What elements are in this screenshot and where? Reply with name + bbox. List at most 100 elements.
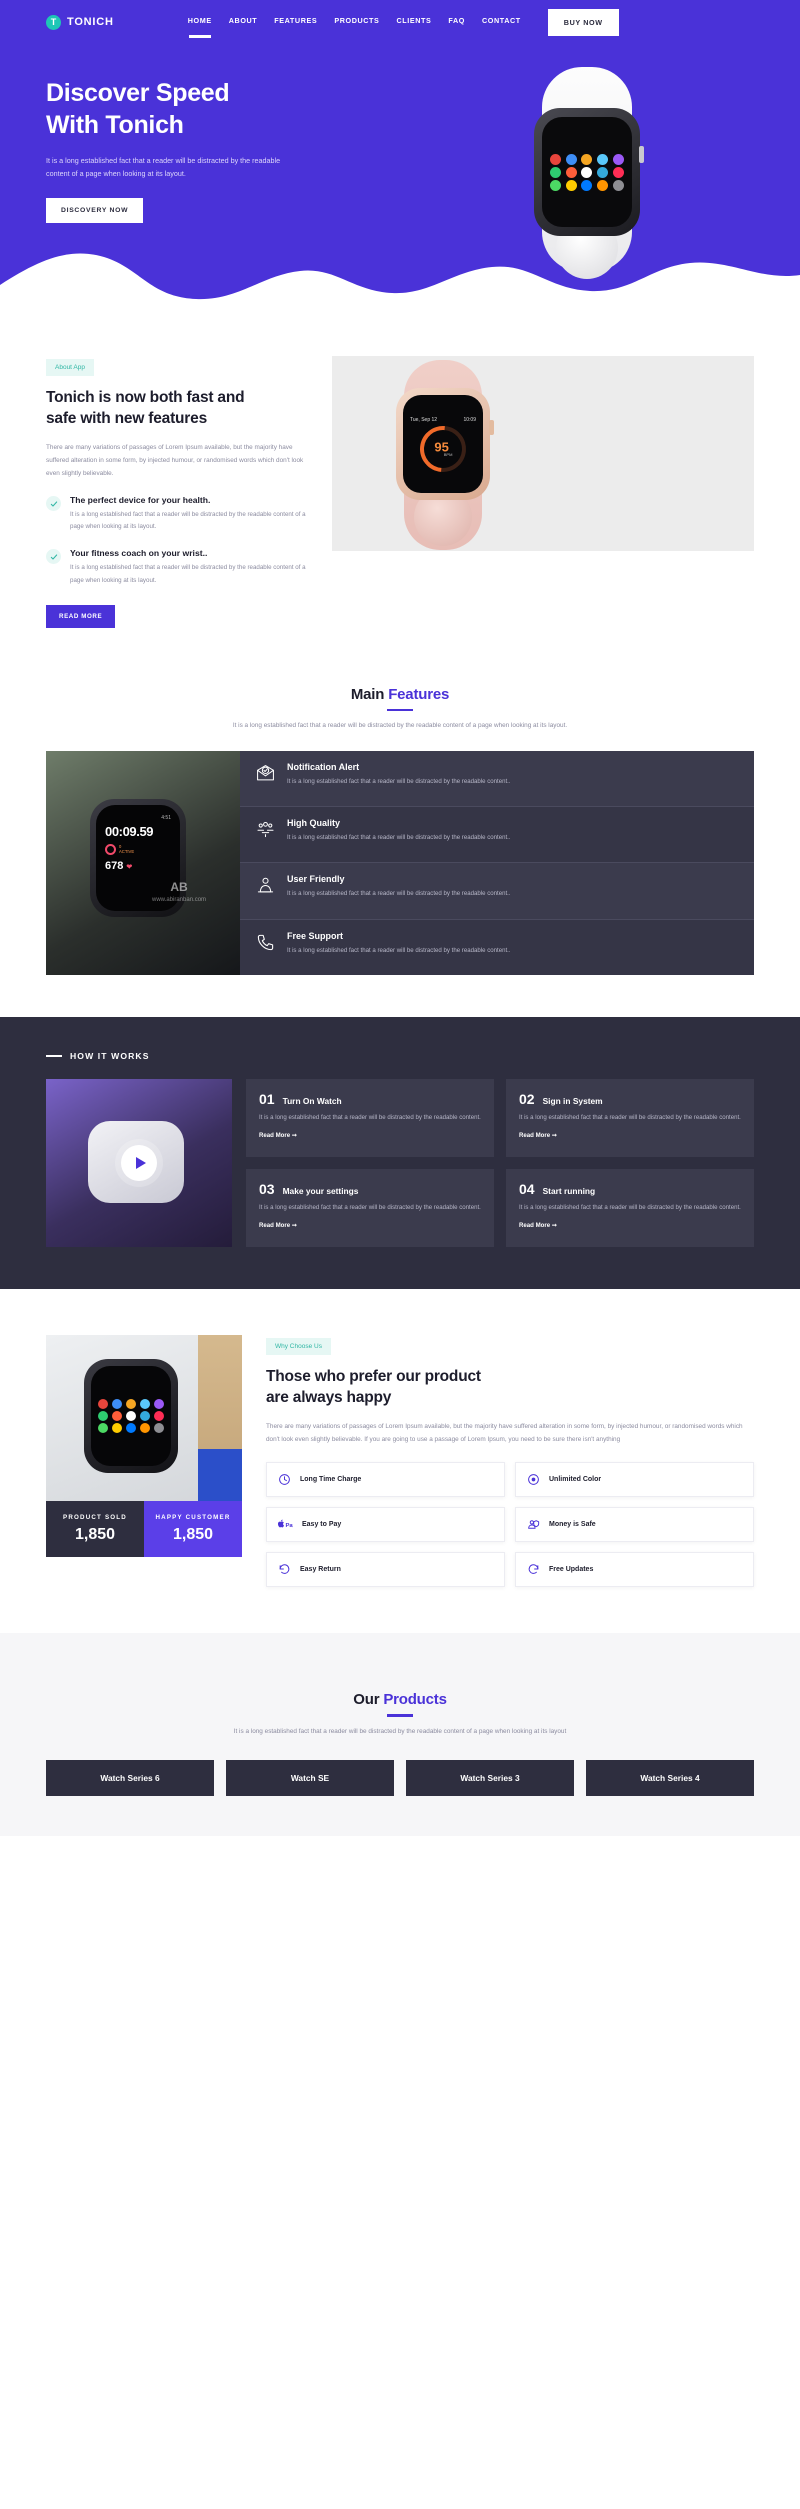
- step-read-more-label: Read More: [259, 1221, 291, 1229]
- products-title-accent: Products: [383, 1691, 447, 1708]
- watch-screen: [91, 1365, 171, 1466]
- heart-icon: ❤: [126, 863, 133, 871]
- watch-time: 10:09: [463, 416, 476, 423]
- about-feature-title: The perfect device for your health.: [70, 495, 211, 506]
- product-photo: [46, 1334, 242, 1501]
- product-name: Watch Series 4: [586, 1760, 754, 1797]
- stat-product-sold: PRODUCT SOLD 1,850: [46, 1500, 144, 1557]
- watch-bpm-unit: BPM: [443, 451, 453, 457]
- product-card-watch-se[interactable]: Watch SE: [226, 1760, 394, 1797]
- feature-card-desc: It is a long established fact that a rea…: [287, 890, 511, 898]
- step-read-more-link[interactable]: Read More ➞: [519, 1222, 557, 1229]
- product-card-watch-series-6[interactable]: Watch Series 6: [46, 1760, 214, 1797]
- features-title-accent: Features: [388, 685, 450, 703]
- why-item-label: Easy Return: [300, 1566, 341, 1573]
- product-card-watch-series-3[interactable]: Watch Series 3: [406, 1760, 574, 1797]
- products-grid: Watch Series 6 Watch SE Watch Series 3 W…: [0, 1738, 800, 1797]
- about-read-more-button[interactable]: READ MORE: [46, 604, 116, 628]
- step-description: It is a long established fact that a rea…: [519, 1113, 741, 1121]
- about-feature-title: Your fitness coach on your wrist..: [70, 548, 208, 559]
- features-title-main: Main: [350, 685, 389, 703]
- feature-card-title: Free Support: [287, 930, 344, 941]
- svg-text:Pay: Pay: [286, 1523, 294, 1529]
- why-item-easy-to-pay[interactable]: Pay Easy to Pay: [266, 1507, 505, 1542]
- how-it-works-section: HOW IT WORKS 01 Turn On Watch It is a lo…: [0, 1016, 800, 1289]
- watch-date: Tue, Sep 12: [410, 416, 438, 423]
- step-title: Turn On Watch: [282, 1095, 342, 1106]
- feature-card-user-friendly[interactable]: User Friendly It is a long established f…: [240, 863, 754, 920]
- buy-now-button[interactable]: BUY NOW: [547, 8, 619, 36]
- why-item-long-time-charge[interactable]: Long Time Charge: [266, 1462, 505, 1497]
- refresh-icon: [527, 1563, 540, 1576]
- stat-label: PRODUCT SOLD: [63, 1513, 127, 1521]
- activity-ring-icon: [105, 843, 116, 855]
- watermark-logo: AB: [170, 879, 188, 894]
- hero-title-line1: Discover Speed: [46, 79, 230, 107]
- step-read-more-link[interactable]: Read More ➞: [259, 1222, 297, 1229]
- about-badge: About App: [46, 359, 94, 376]
- step-read-more-link[interactable]: Read More ➞: [259, 1132, 297, 1139]
- step-card-01: 01 Turn On Watch It is a long establishe…: [246, 1078, 494, 1157]
- why-title-line2: are always happy: [266, 1388, 392, 1406]
- nav-item-faq[interactable]: FAQ: [448, 16, 465, 28]
- how-it-works-header: HOW IT WORKS: [46, 1051, 754, 1061]
- feature-card-free-support[interactable]: Free Support It is a long established fa…: [240, 919, 754, 975]
- how-it-works-content: 01 Turn On Watch It is a long establishe…: [46, 1078, 754, 1247]
- watch-metric-label: ACTIVE: [119, 849, 135, 855]
- features-subtitle: It is a long established fact that a rea…: [232, 722, 568, 730]
- title-underline: [387, 1714, 413, 1717]
- nav-item-features[interactable]: FEATURES: [274, 16, 317, 28]
- watch-screen: Tue, Sep 12 10:09 95 BPM: [403, 395, 483, 493]
- step-read-more-label: Read More: [519, 1221, 551, 1229]
- nav-item-clients[interactable]: CLIENTS: [396, 16, 431, 28]
- product-name: Watch Series 3: [406, 1760, 574, 1797]
- shield-user-icon: [527, 1518, 540, 1531]
- mail-check-icon: [254, 762, 276, 783]
- why-item-easy-return[interactable]: Easy Return: [266, 1552, 505, 1587]
- step-card-02: 02 Sign in System It is a long establish…: [506, 1078, 754, 1157]
- watch-crown-icon: [639, 146, 644, 163]
- watch-crown-icon: [489, 420, 494, 435]
- stat-happy-customer: HAPPY CUSTOMER 1,850: [144, 1500, 242, 1557]
- product-name: Watch SE: [226, 1760, 394, 1797]
- about-title-line1: Tonich is now both fast and: [46, 389, 245, 406]
- step-read-more-label: Read More: [259, 1131, 291, 1139]
- nav-links: HOME ABOUT FEATURES PRODUCTS CLIENTS FAQ…: [188, 16, 521, 38]
- nav-item-products[interactable]: PRODUCTS: [334, 16, 379, 28]
- nav-item-contact[interactable]: CONTACT: [482, 16, 521, 28]
- discovery-now-button[interactable]: DISCOVERY NOW: [46, 197, 144, 223]
- why-item-label: Money is Safe: [549, 1521, 596, 1528]
- hero-description: It is a long established fact that a rea…: [46, 156, 281, 179]
- apple-pay-icon: Pay: [278, 1518, 293, 1531]
- why-item-label: Unlimited Color: [549, 1476, 602, 1483]
- dash-icon: [46, 1055, 62, 1057]
- how-it-works-video[interactable]: [46, 1078, 232, 1247]
- nav-item-about[interactable]: ABOUT: [229, 16, 258, 28]
- step-number: 01: [259, 1090, 275, 1107]
- step-read-more-label: Read More: [519, 1131, 551, 1139]
- watch-time: 4:51: [161, 814, 171, 821]
- products-title-main: Our: [353, 1691, 384, 1708]
- steps-grid: 01 Turn On Watch It is a long establishe…: [246, 1078, 754, 1247]
- play-button[interactable]: [121, 1144, 157, 1181]
- features-title: Main Features: [0, 686, 800, 703]
- nav-item-home[interactable]: HOME: [188, 16, 212, 38]
- hero-title-line2: With Tonich: [46, 110, 184, 139]
- features-section: Main Features It is a long established f…: [0, 628, 800, 975]
- feature-card-desc: It is a long established fact that a rea…: [287, 834, 511, 842]
- brand-logo-group[interactable]: T TONICH: [46, 14, 114, 30]
- feature-cards-list: Notification Alert It is a long establis…: [240, 750, 754, 975]
- why-item-unlimited-color[interactable]: Unlimited Color: [515, 1462, 754, 1497]
- why-item-money-is-safe[interactable]: Money is Safe: [515, 1507, 754, 1542]
- why-item-free-updates[interactable]: Free Updates: [515, 1552, 754, 1587]
- check-circle-icon: [46, 549, 61, 565]
- feature-card-notification-alert[interactable]: Notification Alert It is a long establis…: [240, 750, 754, 808]
- about-section: About App Tonich is now both fast and sa…: [0, 310, 800, 628]
- product-card-watch-series-4[interactable]: Watch Series 4: [586, 1760, 754, 1797]
- feature-card-high-quality[interactable]: High Quality It is a long established fa…: [240, 807, 754, 864]
- landing-page: T TONICH HOME ABOUT FEATURES PRODUCTS CL…: [0, 0, 800, 1837]
- product-name: Watch Series 6: [46, 1760, 214, 1797]
- stats-row: PRODUCT SOLD 1,850 HAPPY CUSTOMER 1,850: [46, 1500, 242, 1557]
- watch-timer: 00:09.59: [105, 823, 154, 839]
- step-read-more-link[interactable]: Read More ➞: [519, 1132, 557, 1139]
